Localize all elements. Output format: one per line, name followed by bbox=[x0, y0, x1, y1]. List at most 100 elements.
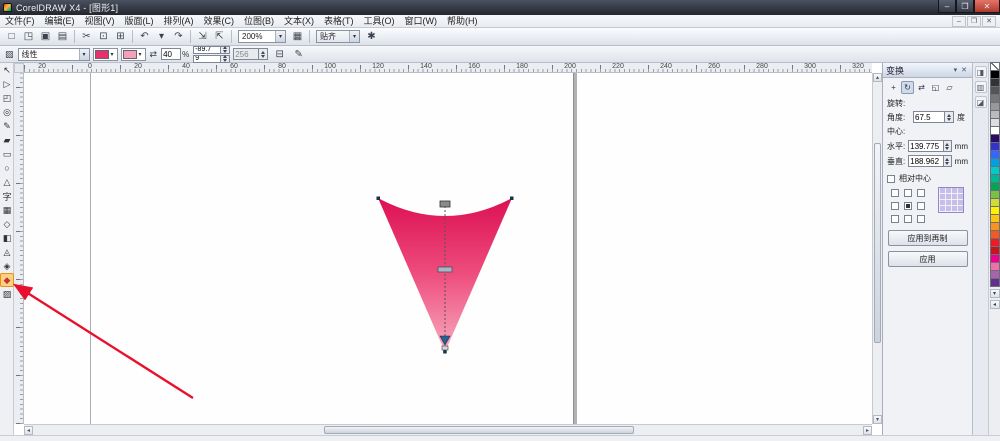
relative-center-checkbox[interactable] bbox=[887, 175, 895, 183]
edit-fill-button[interactable]: ✎ bbox=[290, 47, 307, 62]
fill-start-color-picker[interactable]: ▾ bbox=[93, 48, 118, 61]
fill-midpoint-input[interactable] bbox=[161, 48, 181, 60]
menu-item-3[interactable]: 版面(L) bbox=[120, 16, 159, 26]
shape-tool[interactable]: ▷ bbox=[0, 77, 14, 91]
center-vertical-spinner[interactable] bbox=[944, 155, 952, 167]
menu-item-8[interactable]: 表格(T) bbox=[319, 16, 359, 26]
copy-button[interactable]: ⊡ bbox=[95, 29, 112, 44]
docker-tab-1[interactable]: ◨ bbox=[975, 66, 987, 78]
anchor-cell-7[interactable] bbox=[904, 215, 912, 223]
palette-expand-button[interactable]: ◂ bbox=[990, 300, 1000, 309]
position-mode-button[interactable]: + bbox=[887, 81, 900, 94]
new-document-button[interactable]: □ bbox=[3, 29, 20, 44]
scroll-right-button[interactable]: ▸ bbox=[863, 426, 872, 435]
gradient-midpoint-slider[interactable] bbox=[438, 267, 452, 272]
fill-angle-input[interactable] bbox=[193, 46, 221, 54]
vertical-scrollbar[interactable]: ▴ ▾ bbox=[872, 73, 882, 424]
polygon-tool[interactable]: △ bbox=[0, 175, 14, 189]
rotate-mode-button[interactable]: ↻ bbox=[901, 81, 914, 94]
shape-node[interactable] bbox=[377, 197, 381, 201]
rotation-angle-spinner[interactable] bbox=[945, 111, 954, 123]
horizontal-scrollbar[interactable]: ◂ ▸ bbox=[24, 424, 872, 435]
anchor-cell-3[interactable] bbox=[891, 202, 899, 210]
copy-fill-properties-button[interactable]: ⊟ bbox=[271, 47, 288, 62]
basic-shapes-tool[interactable]: ◇ bbox=[0, 217, 14, 231]
fountain-steps-input[interactable] bbox=[233, 48, 259, 60]
palette-scroll-down-button[interactable]: ▾ bbox=[990, 289, 1000, 298]
import-button[interactable]: ⇲ bbox=[194, 29, 211, 44]
doc-control-2[interactable]: ✕ bbox=[982, 16, 996, 27]
close-button[interactable]: ✕ bbox=[974, 0, 1000, 13]
anchor-cell-4[interactable] bbox=[904, 202, 912, 210]
menu-item-10[interactable]: 窗口(W) bbox=[400, 16, 443, 26]
fountain-steps-spinner[interactable] bbox=[259, 48, 268, 60]
zoom-tool[interactable]: ◎ bbox=[0, 105, 14, 119]
menu-item-1[interactable]: 编辑(E) bbox=[40, 16, 80, 26]
apply-to-duplicate-button[interactable]: 应用到再制 bbox=[888, 230, 968, 246]
anchor-cell-6[interactable] bbox=[891, 215, 899, 223]
size-mode-button[interactable]: ◱ bbox=[929, 81, 942, 94]
docker-tab-3[interactable]: ◪ bbox=[975, 96, 987, 108]
fill-angle-spinner[interactable] bbox=[221, 46, 230, 54]
vertical-scroll-thumb[interactable] bbox=[874, 143, 881, 343]
doc-control-1[interactable]: ❐ bbox=[967, 16, 981, 27]
horizontal-scroll-thumb[interactable] bbox=[324, 426, 634, 434]
docker-tab-2[interactable]: ▥ bbox=[975, 81, 987, 93]
menu-item-5[interactable]: 效果(C) bbox=[199, 16, 240, 26]
menu-item-2[interactable]: 视图(V) bbox=[80, 16, 120, 26]
scale-mirror-mode-button[interactable]: ⇄ bbox=[915, 81, 928, 94]
apply-button[interactable]: 应用 bbox=[888, 251, 968, 267]
smart-fill-tool[interactable]: ▰ bbox=[0, 133, 14, 147]
cut-button[interactable]: ✂ bbox=[78, 29, 95, 44]
snap-dropdown[interactable]: 贴齐 ▾ bbox=[316, 30, 360, 43]
paste-button[interactable]: ⊞ bbox=[112, 29, 129, 44]
shape-node[interactable] bbox=[443, 350, 447, 354]
gradient-end-handle[interactable] bbox=[442, 346, 448, 350]
redo-button[interactable]: ↷ bbox=[170, 29, 187, 44]
crop-tool[interactable]: ◰ bbox=[0, 91, 14, 105]
undo-dropdown-button[interactable]: ▾ bbox=[153, 29, 170, 44]
maximize-button[interactable]: ❐ bbox=[956, 0, 974, 13]
undo-button[interactable]: ↶ bbox=[136, 29, 153, 44]
anchor-cell-0[interactable] bbox=[891, 189, 899, 197]
edge-pad-input[interactable] bbox=[193, 55, 221, 63]
fill-type-dropdown[interactable]: 线性 ▾ bbox=[18, 48, 90, 61]
save-button[interactable]: ▣ bbox=[37, 29, 54, 44]
outline-tool[interactable]: ◈ bbox=[0, 259, 14, 273]
scroll-left-button[interactable]: ◂ bbox=[24, 426, 33, 435]
open-button[interactable]: ◳ bbox=[20, 29, 37, 44]
interactive-fill-tool[interactable]: ▨ bbox=[0, 287, 14, 301]
docker-collapse-icon[interactable]: ▾ bbox=[952, 66, 960, 74]
edge-pad-spinner[interactable] bbox=[221, 55, 230, 63]
freehand-tool[interactable]: ✎ bbox=[0, 119, 14, 133]
application-launcher-button[interactable]: ▦ bbox=[289, 29, 306, 44]
center-vertical-input[interactable] bbox=[908, 155, 944, 167]
center-horizontal-spinner[interactable] bbox=[944, 140, 952, 152]
options-button[interactable]: ✱ bbox=[363, 29, 380, 44]
ruler-origin-button[interactable] bbox=[14, 63, 24, 73]
horizontal-ruler[interactable]: 2002040608010012014016018020022024026028… bbox=[24, 63, 872, 73]
scroll-up-button[interactable]: ▴ bbox=[873, 73, 882, 82]
anchor-cell-1[interactable] bbox=[904, 189, 912, 197]
vertical-ruler[interactable] bbox=[14, 73, 24, 424]
palette-swatch-27[interactable] bbox=[990, 278, 1000, 287]
print-button[interactable]: ▤ bbox=[54, 29, 71, 44]
docker-close-icon[interactable]: ✕ bbox=[959, 66, 969, 74]
anchor-cell-8[interactable] bbox=[917, 215, 925, 223]
anchor-cell-2[interactable] bbox=[917, 189, 925, 197]
blend-tool[interactable]: ◧ bbox=[0, 231, 14, 245]
menu-item-11[interactable]: 帮助(H) bbox=[442, 16, 483, 26]
export-button[interactable]: ⇱ bbox=[211, 29, 228, 44]
menu-item-0[interactable]: 文件(F) bbox=[0, 16, 40, 26]
text-tool[interactable]: 字 bbox=[0, 189, 14, 203]
menu-item-9[interactable]: 工具(O) bbox=[359, 16, 400, 26]
fill-end-color-picker[interactable]: ▾ bbox=[121, 48, 146, 61]
minimize-button[interactable]: – bbox=[938, 0, 956, 13]
menu-item-6[interactable]: 位图(B) bbox=[239, 16, 279, 26]
eyedropper-tool[interactable]: ◬ bbox=[0, 245, 14, 259]
rotation-angle-input[interactable] bbox=[913, 111, 945, 123]
center-horizontal-input[interactable] bbox=[908, 140, 944, 152]
menu-item-7[interactable]: 文本(X) bbox=[279, 16, 319, 26]
doc-control-0[interactable]: – bbox=[952, 16, 966, 27]
anchor-cell-5[interactable] bbox=[917, 202, 925, 210]
